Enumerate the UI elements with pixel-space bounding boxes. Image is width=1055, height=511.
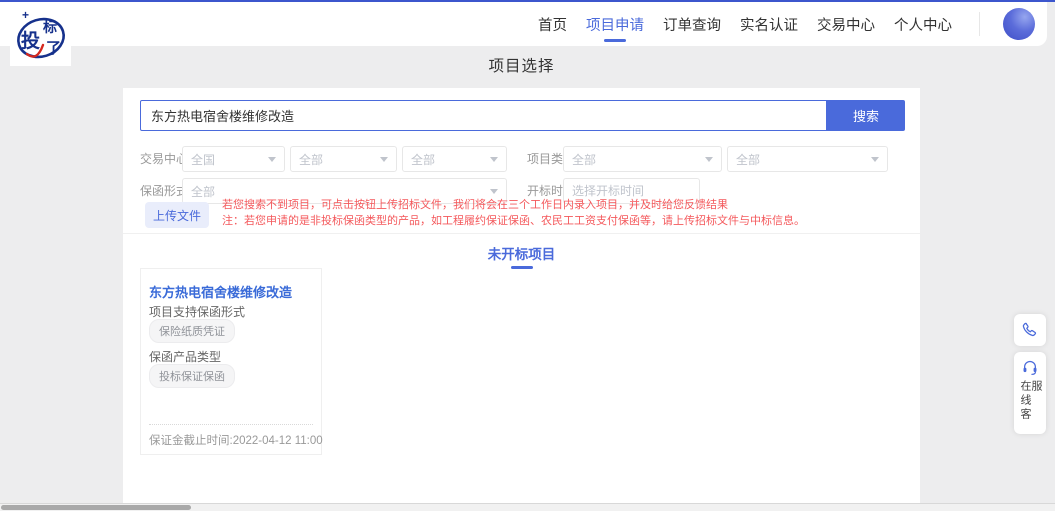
project-category-select-1[interactable]: 全部 bbox=[563, 146, 722, 172]
online-service-button[interactable]: 在线客服 bbox=[1014, 352, 1046, 434]
active-tab-underline bbox=[604, 39, 626, 42]
nav-divider bbox=[979, 12, 980, 36]
guarantee-form-label: 保函形式 bbox=[140, 178, 188, 204]
select-value: 全部 bbox=[299, 151, 323, 168]
upload-notice-line2: 注：若您申请的是非投标保函类型的产品，如工程履约保证保函、农民工工资支付保函等，… bbox=[222, 214, 882, 228]
tab-unopened-projects[interactable]: 未开标项目 bbox=[488, 239, 556, 269]
page-title: 项目选择 bbox=[123, 54, 920, 76]
section-divider bbox=[123, 233, 920, 234]
tab-bar: 未开标项目 bbox=[123, 239, 920, 269]
nav-item-personal-center[interactable]: 个人中心 bbox=[892, 10, 954, 39]
nav-item-project-apply[interactable]: 项目申请 bbox=[584, 10, 646, 39]
search-button[interactable]: 搜索 bbox=[827, 100, 905, 131]
deposit-deadline: 保证金截止时间:2022-04-12 11:00 bbox=[149, 432, 323, 448]
chevron-down-icon bbox=[490, 189, 498, 194]
logo-icon: 投 标 了 + bbox=[10, 5, 71, 66]
chevron-down-icon bbox=[490, 157, 498, 162]
upload-notice: 若您搜索不到项目，可点击按钮上传招标文件，我们将会在三个工作日内录入项目，并及时… bbox=[222, 198, 882, 228]
phone-contact-button[interactable] bbox=[1014, 314, 1046, 346]
nav-item-order-query[interactable]: 订单查询 bbox=[661, 10, 723, 39]
select-value: 全国 bbox=[191, 151, 215, 168]
main-nav: 首页 项目申请 订单查询 实名认证 交易中心 个人中心 bbox=[536, 8, 1035, 40]
phone-icon bbox=[1021, 321, 1039, 339]
svg-text:+: + bbox=[22, 8, 29, 22]
site-logo[interactable]: 投 标 了 + bbox=[10, 5, 71, 66]
product-type-tag: 投标保证保函 bbox=[149, 364, 235, 388]
select-value: 全部 bbox=[736, 151, 760, 168]
select-value: 全部 bbox=[191, 183, 215, 200]
trade-center-select-city[interactable]: 全部 bbox=[290, 146, 397, 172]
svg-text:了: 了 bbox=[46, 40, 61, 57]
product-type-label: 保函产品类型 bbox=[149, 348, 221, 365]
card-dotted-divider bbox=[149, 424, 313, 425]
header: 首页 项目申请 订单查询 实名认证 交易中心 个人中心 bbox=[0, 2, 1047, 46]
trade-center-label: 交易中心 bbox=[140, 146, 188, 172]
svg-text:标: 标 bbox=[42, 19, 57, 35]
active-tab-underline bbox=[511, 266, 533, 269]
select-value: 全部 bbox=[411, 151, 435, 168]
chevron-down-icon bbox=[705, 157, 713, 162]
project-card[interactable]: 东方热电宿舍楼维修改造 项目支持保函形式 保险纸质凭证 保函产品类型 投标保证保… bbox=[140, 268, 322, 455]
trade-center-select-province[interactable]: 全国 bbox=[182, 146, 285, 172]
nav-item-trade-center[interactable]: 交易中心 bbox=[815, 10, 877, 39]
nav-item-label: 项目申请 bbox=[586, 18, 644, 34]
trade-center-select-district[interactable]: 全部 bbox=[402, 146, 507, 172]
tab-label-text: 未开标项目 bbox=[488, 247, 556, 262]
page: 首页 项目申请 订单查询 实名认证 交易中心 个人中心 投 标 了 + 项目选择… bbox=[0, 0, 1055, 511]
user-avatar[interactable] bbox=[1003, 8, 1035, 40]
project-category-select-2[interactable]: 全部 bbox=[727, 146, 888, 172]
svg-text:投: 投 bbox=[21, 29, 40, 52]
project-card-title[interactable]: 东方热电宿舍楼维修改造 bbox=[149, 282, 292, 301]
online-service-label: 在线客服 bbox=[1019, 380, 1041, 434]
chevron-down-icon bbox=[871, 157, 879, 162]
support-form-tag: 保险纸质凭证 bbox=[149, 319, 235, 343]
headset-icon bbox=[1021, 359, 1039, 376]
chevron-down-icon bbox=[380, 157, 388, 162]
select-value: 全部 bbox=[572, 151, 596, 168]
main-panel: 搜索 交易中心 全国 全部 全部 项目类别 全部 全部 保函形式 全部 bbox=[123, 88, 920, 511]
support-form-label: 项目支持保函形式 bbox=[149, 303, 245, 320]
chevron-down-icon bbox=[268, 157, 276, 162]
search-input[interactable] bbox=[140, 100, 827, 131]
nav-item-real-name-auth[interactable]: 实名认证 bbox=[738, 10, 800, 39]
upload-file-button[interactable]: 上传文件 bbox=[145, 202, 209, 228]
horizontal-scrollbar-thumb[interactable] bbox=[1, 505, 191, 510]
upload-notice-line1: 若您搜索不到项目，可点击按钮上传招标文件，我们将会在三个工作日内录入项目，并及时… bbox=[222, 198, 882, 212]
nav-item-home[interactable]: 首页 bbox=[536, 10, 569, 39]
